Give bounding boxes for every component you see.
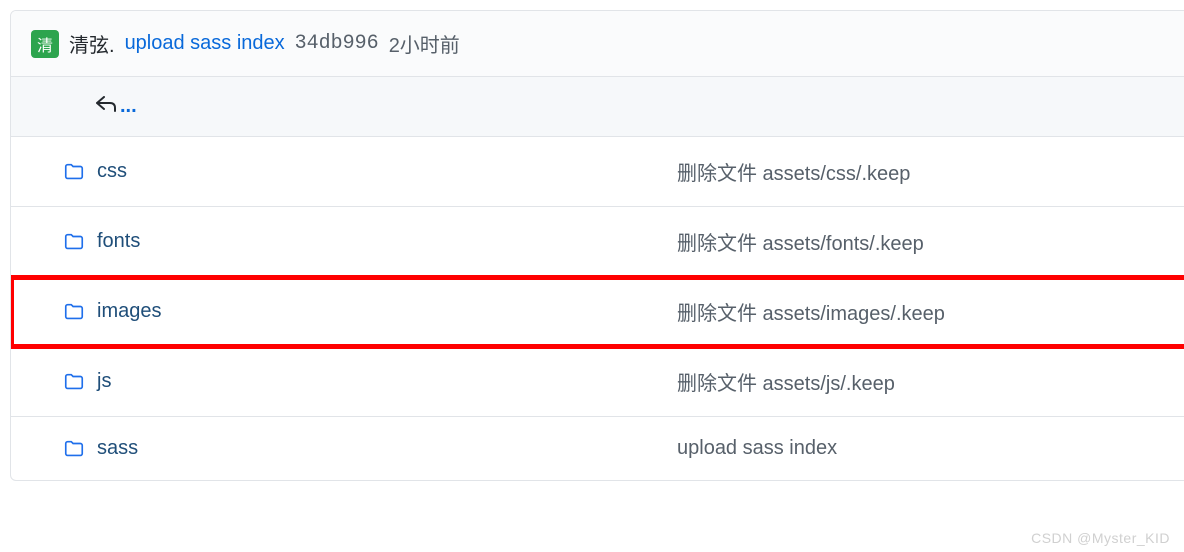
commit-header: 清 清弦. upload sass index 34db996 2小时前 [11,11,1184,77]
folder-icon [63,231,85,253]
file-commit-message[interactable]: 删除文件 assets/js/.keep [677,367,1173,396]
folder-icon [63,161,85,183]
avatar-text: 清 [37,32,53,56]
file-commit-message[interactable]: 删除文件 assets/fonts/.keep [677,227,1173,256]
parent-dir-link[interactable]: ... [120,95,137,118]
folder-icon [63,438,85,460]
file-row: sassupload sass index [11,417,1184,480]
file-row: css删除文件 assets/css/.keep [11,137,1184,207]
watermark: CSDN @Myster_KID [1031,530,1170,546]
author-name[interactable]: 清弦. [69,29,115,58]
file-row: fonts删除文件 assets/fonts/.keep [11,207,1184,277]
nav-up-row[interactable]: ... [11,77,1184,137]
commit-time: 2小时前 [389,29,460,58]
folder-icon [63,301,85,323]
file-name-link[interactable]: fonts [97,230,677,253]
folder-icon [63,371,85,393]
file-row: js删除文件 assets/js/.keep [11,347,1184,417]
file-name-link[interactable]: sass [97,437,677,460]
file-commit-message[interactable]: 删除文件 assets/images/.keep [677,297,1173,326]
file-row: images删除文件 assets/images/.keep [11,277,1184,347]
file-name-link[interactable]: js [97,370,677,393]
commit-message-link[interactable]: upload sass index [125,32,285,55]
reply-arrow-icon [96,95,116,118]
commit-hash[interactable]: 34db996 [295,32,379,55]
file-commit-message[interactable]: 删除文件 assets/css/.keep [677,157,1173,186]
file-list-container: 清 清弦. upload sass index 34db996 2小时前 ...… [10,10,1184,481]
file-name-link[interactable]: css [97,160,677,183]
file-commit-message[interactable]: upload sass index [677,437,1173,460]
file-name-link[interactable]: images [97,300,677,323]
avatar[interactable]: 清 [31,30,59,58]
